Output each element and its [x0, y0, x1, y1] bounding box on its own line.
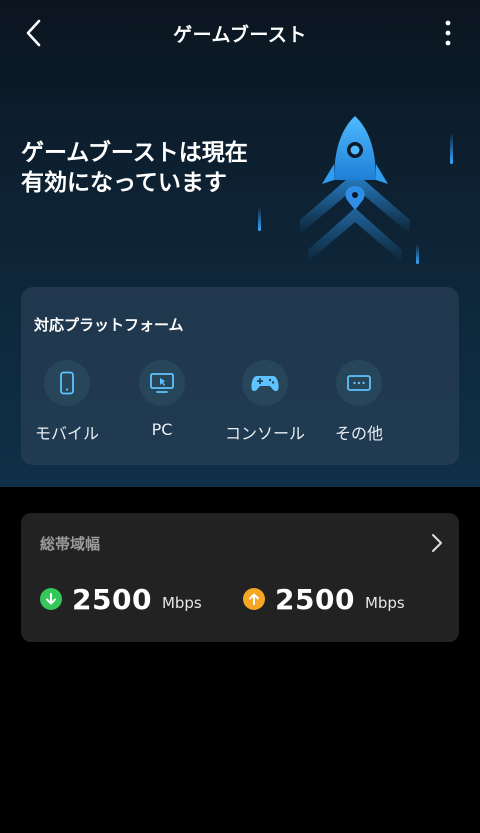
page-title: ゲームブースト	[173, 24, 307, 46]
platform-icon-circle	[336, 360, 382, 406]
upload-arrow-icon	[243, 588, 265, 610]
download-speed: 2500 Mbps	[40, 579, 202, 619]
status-headline: ゲームブーストは現在有効になっています	[21, 140, 248, 196]
upload-value: 2500	[275, 582, 355, 616]
more-device-icon	[347, 375, 371, 391]
upload-speed: 2500 Mbps	[243, 579, 405, 619]
platform-label: モバイル	[34, 424, 99, 443]
more-button[interactable]	[438, 18, 458, 48]
smartphone-icon	[60, 371, 74, 395]
platforms-title: 対応プラットフォーム	[34, 316, 184, 334]
bandwidth-title: 総帯域幅	[40, 535, 101, 553]
platform-label: その他	[334, 424, 383, 443]
gamepad-icon	[251, 376, 279, 392]
platform-pc[interactable]: PC	[117, 360, 207, 450]
total-bandwidth-card[interactable]: 総帯域幅 2500 Mbps 2500 Mbps	[21, 513, 459, 642]
hero-section: ゲームブースト ゲームブーストは現在有効になっています 対応プラットフォーム モ…	[0, 0, 480, 487]
platform-icon-circle	[44, 360, 90, 406]
platform-label: PC	[151, 420, 173, 439]
platform-icon-circle	[242, 360, 288, 406]
platform-icon-circle	[139, 360, 185, 406]
download-arrow-icon	[40, 588, 62, 610]
supported-platforms-card: 対応プラットフォーム モバイル PC コンソール その他	[21, 287, 459, 465]
monitor-icon	[150, 373, 174, 393]
platform-console[interactable]: コンソール	[220, 360, 310, 450]
platform-mobile[interactable]: モバイル	[22, 360, 112, 450]
download-value: 2500	[72, 582, 152, 616]
rocket-icon	[300, 116, 410, 262]
speed-streak	[450, 132, 453, 164]
platform-other[interactable]: その他	[314, 360, 404, 450]
chevron-right-icon	[432, 534, 442, 552]
speed-streak	[258, 207, 261, 231]
download-unit: Mbps	[161, 594, 202, 612]
upload-unit: Mbps	[364, 594, 405, 612]
platform-label: コンソール	[224, 424, 305, 443]
more-vertical-icon	[445, 20, 451, 46]
top-bar: ゲームブースト	[0, 0, 480, 66]
